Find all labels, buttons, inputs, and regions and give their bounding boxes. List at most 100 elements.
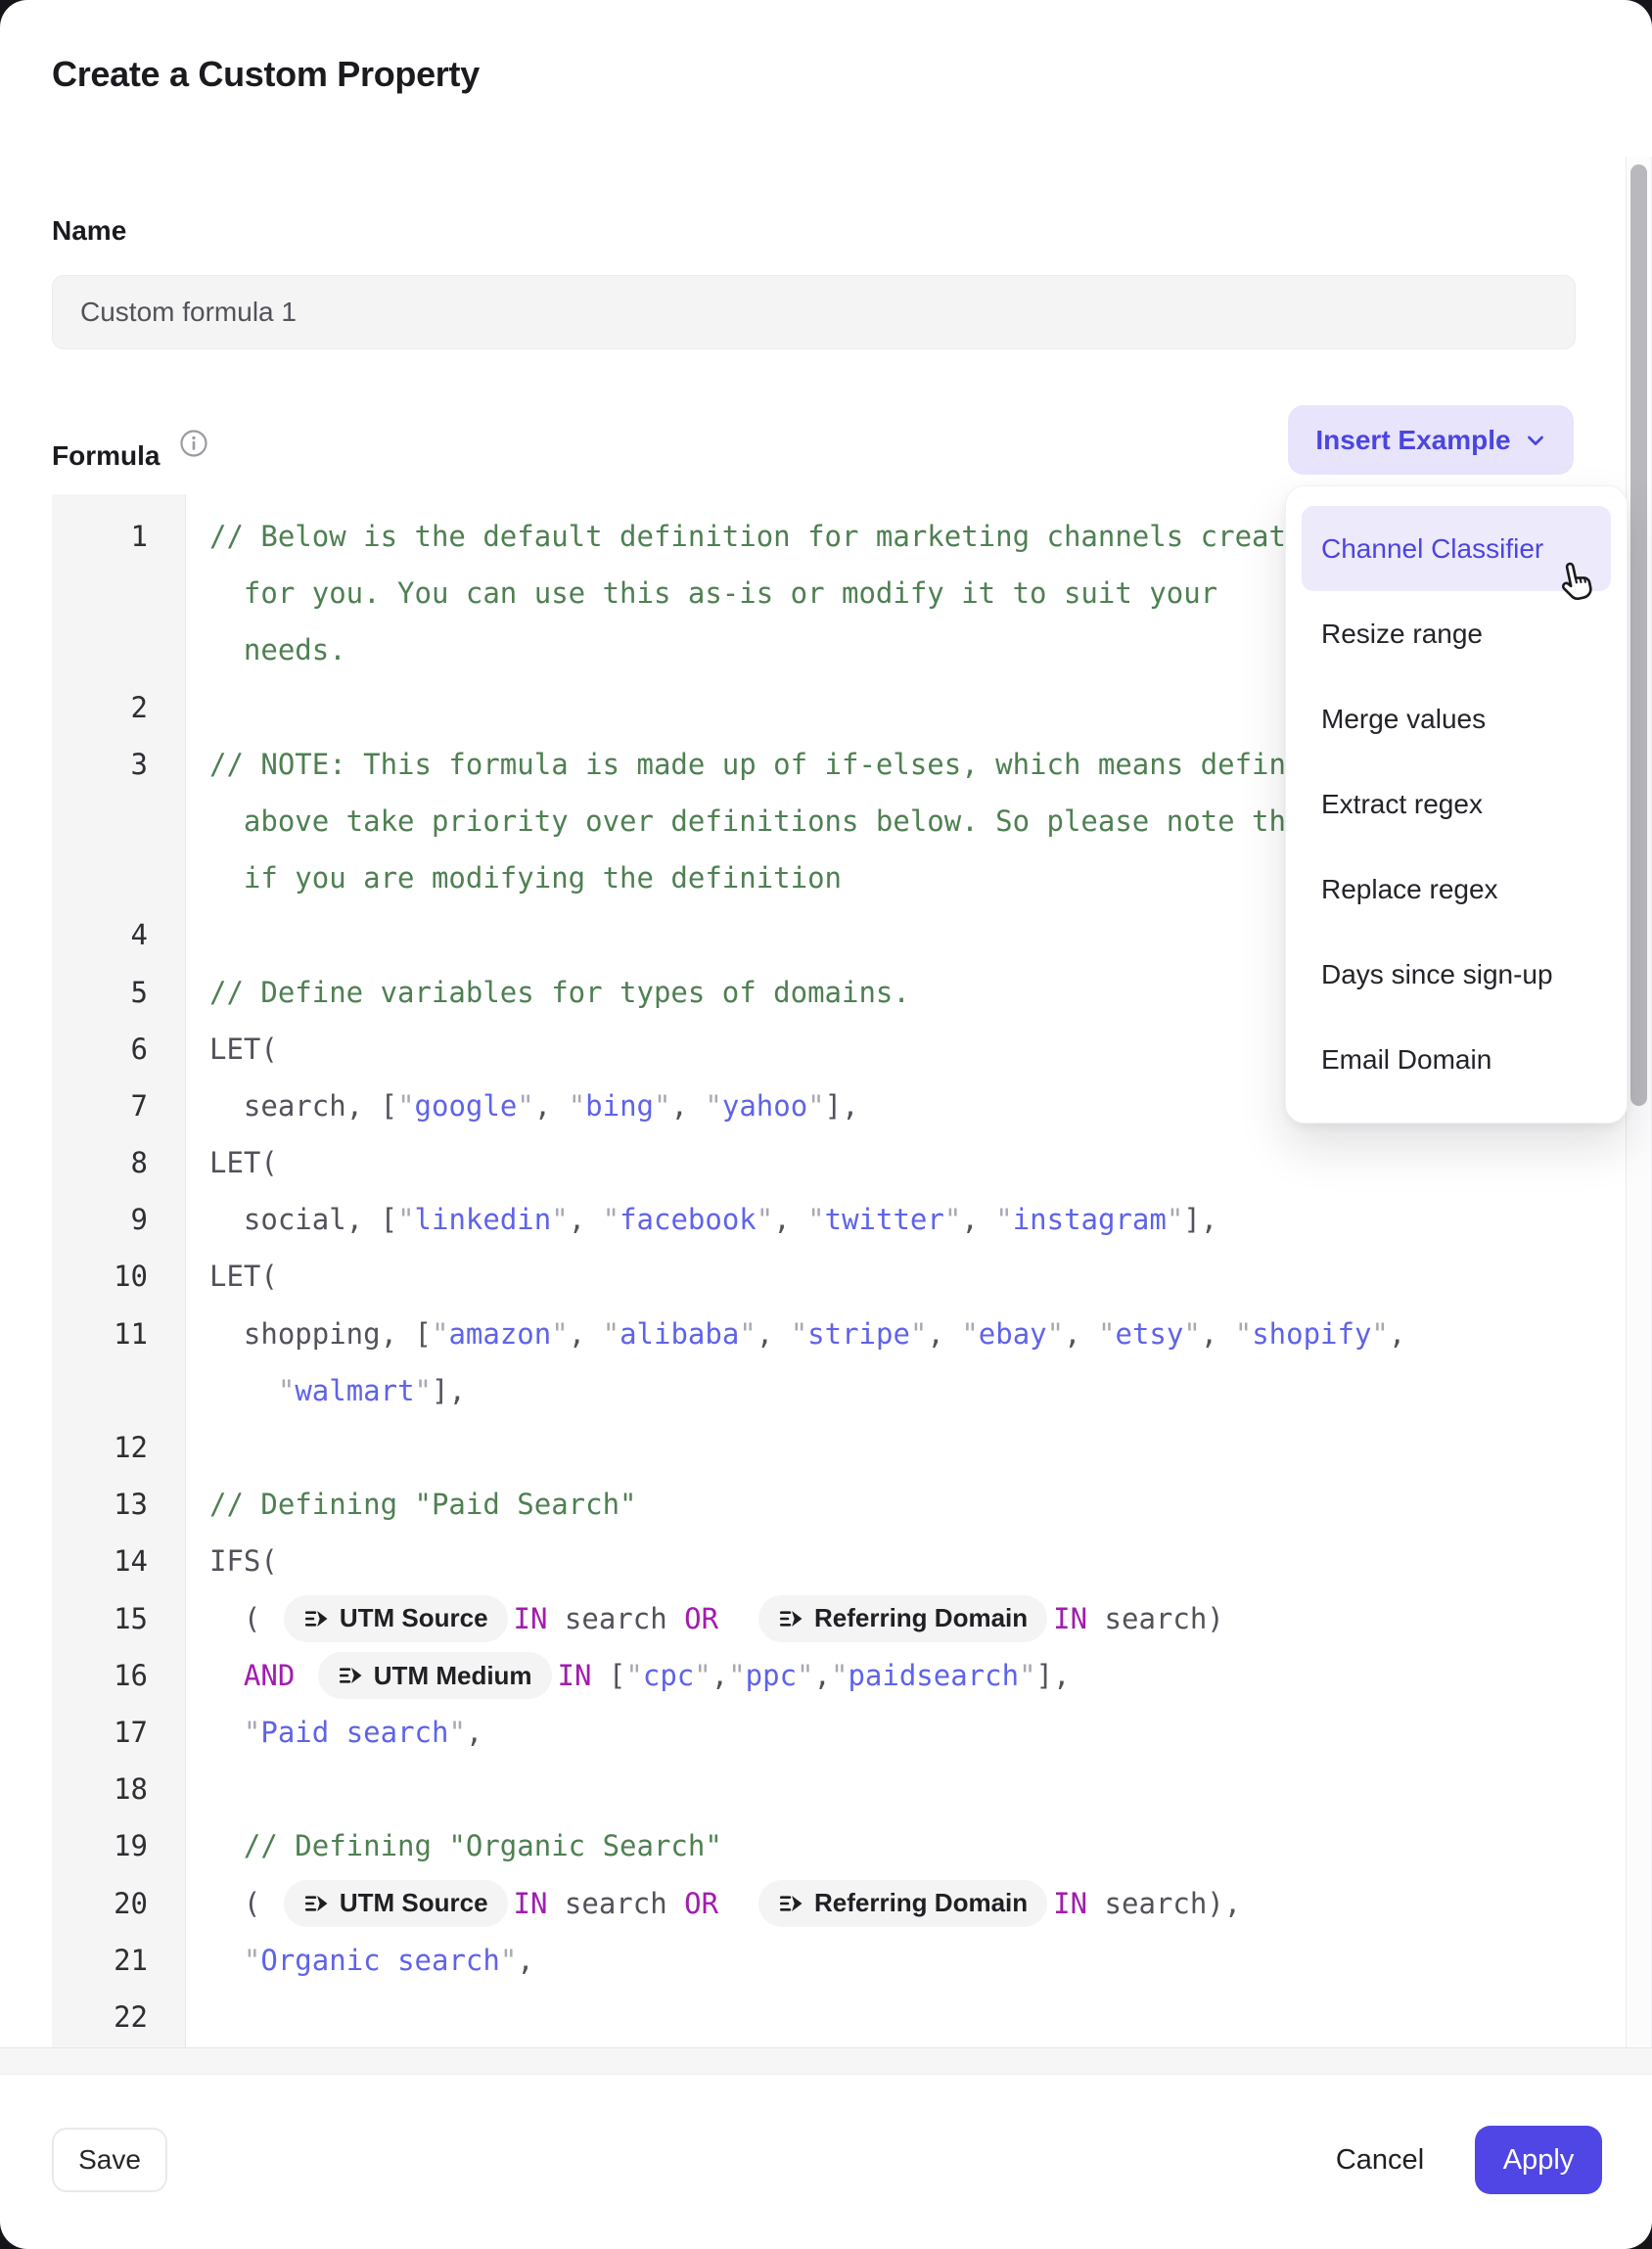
code-token: , <box>1389 1317 1405 1351</box>
code-token: search), <box>1087 1887 1241 1920</box>
property-chip[interactable]: UTM Medium <box>318 1652 552 1699</box>
code-token: , <box>670 1089 705 1123</box>
code-token: " <box>791 1317 807 1351</box>
name-label: Name <box>52 215 126 247</box>
code-token: " <box>603 1203 620 1236</box>
line-number <box>52 849 185 906</box>
code-token: " <box>244 1716 260 1749</box>
name-input-value: Custom formula 1 <box>80 297 297 328</box>
code-token: " <box>807 1089 824 1123</box>
code-token: " <box>807 1203 824 1236</box>
code-token <box>209 1659 244 1692</box>
menu-item-days-since-sign-up[interactable]: Days since sign-up <box>1302 932 1611 1017</box>
code-token: above take priority over definitions bel… <box>209 804 1405 838</box>
insert-example-label: Insert Example <box>1315 425 1510 456</box>
code-token: " <box>603 1317 620 1351</box>
property-icon <box>778 1606 803 1631</box>
code-token: search) <box>1087 1602 1224 1635</box>
code-token: // Defining "Paid Search" <box>209 1488 637 1521</box>
code-token: " <box>1235 1317 1252 1351</box>
menu-item-replace-regex[interactable]: Replace regex <box>1302 847 1611 932</box>
code-token: " <box>569 1089 585 1123</box>
code-token: IFS( <box>209 1544 278 1578</box>
code-token: " <box>1167 1203 1183 1236</box>
code-token: IN <box>1053 1602 1087 1635</box>
chevron-down-icon <box>1525 430 1546 451</box>
code-row: social, ["linkedin", "facebook", "twitte… <box>209 1191 1576 1248</box>
line-number: 14 <box>52 1533 185 1589</box>
property-chip-label: Referring Domain <box>814 1874 1028 1931</box>
insert-example-button[interactable]: Insert Example <box>1288 405 1574 475</box>
property-chip[interactable]: Referring Domain <box>758 1880 1047 1927</box>
property-chip[interactable]: Referring Domain <box>758 1595 1047 1642</box>
line-number: 20 <box>52 1875 185 1932</box>
line-number: 16 <box>52 1647 185 1704</box>
code-token: " <box>728 1659 745 1692</box>
code-token: " <box>1183 1317 1200 1351</box>
save-button[interactable]: Save <box>52 2128 167 2192</box>
line-number <box>52 793 185 849</box>
code-token: , <box>711 1659 728 1692</box>
line-number: 2 <box>52 679 185 736</box>
code-token: " <box>551 1203 568 1236</box>
code-token: ], <box>825 1089 859 1123</box>
code-token <box>209 1374 278 1407</box>
line-number <box>52 1362 185 1419</box>
code-row: // Defining "Organic Search" <box>209 1817 1576 1874</box>
code-token <box>718 1887 753 1920</box>
code-token: facebook <box>620 1203 757 1236</box>
code-row <box>209 1989 1576 2045</box>
property-chip[interactable]: UTM Source <box>284 1880 508 1927</box>
create-custom-property-dialog: Create a Custom Property Name Custom for… <box>0 0 1652 2249</box>
line-number: 8 <box>52 1134 185 1191</box>
menu-item-email-domain[interactable]: Email Domain <box>1302 1017 1611 1102</box>
menu-item-extract-regex[interactable]: Extract regex <box>1302 761 1611 847</box>
scrollbar-track[interactable] <box>1626 157 1652 2047</box>
code-token: ppc <box>746 1659 797 1692</box>
line-number: 4 <box>52 906 185 963</box>
property-icon <box>303 1606 329 1631</box>
code-token: " <box>244 1944 260 1977</box>
code-token: IN <box>558 1659 592 1692</box>
code-token: // Defining "Organic Search" <box>209 1829 722 1862</box>
code-token: if you are modifying the definition <box>209 861 842 895</box>
code-token: , <box>569 1203 603 1236</box>
code-token: walmart <box>295 1374 414 1407</box>
code-token: " <box>397 1089 414 1123</box>
code-token: " <box>944 1203 961 1236</box>
code-token <box>718 1602 753 1635</box>
cancel-button[interactable]: Cancel <box>1311 2128 1448 2192</box>
code-token: search <box>547 1887 684 1920</box>
name-input[interactable]: Custom formula 1 <box>52 275 1576 349</box>
code-token <box>295 1659 311 1692</box>
code-token: alibaba <box>620 1317 739 1351</box>
code-token: search <box>547 1602 684 1635</box>
code-token: ], <box>1036 1659 1071 1692</box>
line-number: 10 <box>52 1248 185 1305</box>
code-token: needs. <box>209 633 346 666</box>
code-token: [ <box>591 1659 625 1692</box>
code-token: , <box>961 1203 995 1236</box>
property-chip[interactable]: UTM Source <box>284 1595 508 1642</box>
code-token: OR <box>684 1602 718 1635</box>
line-number: 17 <box>52 1704 185 1761</box>
code-token: cpc <box>643 1659 694 1692</box>
code-token: , <box>517 1944 533 1977</box>
code-token: " <box>1019 1659 1035 1692</box>
property-chip-label: Referring Domain <box>814 1589 1028 1646</box>
info-icon[interactable] <box>179 429 208 458</box>
code-token: " <box>551 1317 568 1351</box>
code-token: linkedin <box>415 1203 552 1236</box>
code-token: " <box>1098 1317 1115 1351</box>
property-icon <box>338 1663 363 1688</box>
menu-item-merge-values[interactable]: Merge values <box>1302 676 1611 761</box>
code-token: AND <box>244 1659 295 1692</box>
line-number: 19 <box>52 1817 185 1874</box>
code-token: , <box>773 1203 807 1236</box>
code-token: " <box>397 1203 414 1236</box>
code-token: yahoo <box>722 1089 807 1123</box>
scrollbar-thumb[interactable] <box>1630 164 1647 1106</box>
code-token: " <box>654 1089 670 1123</box>
code-row <box>209 1761 1576 1817</box>
apply-button[interactable]: Apply <box>1475 2126 1602 2194</box>
